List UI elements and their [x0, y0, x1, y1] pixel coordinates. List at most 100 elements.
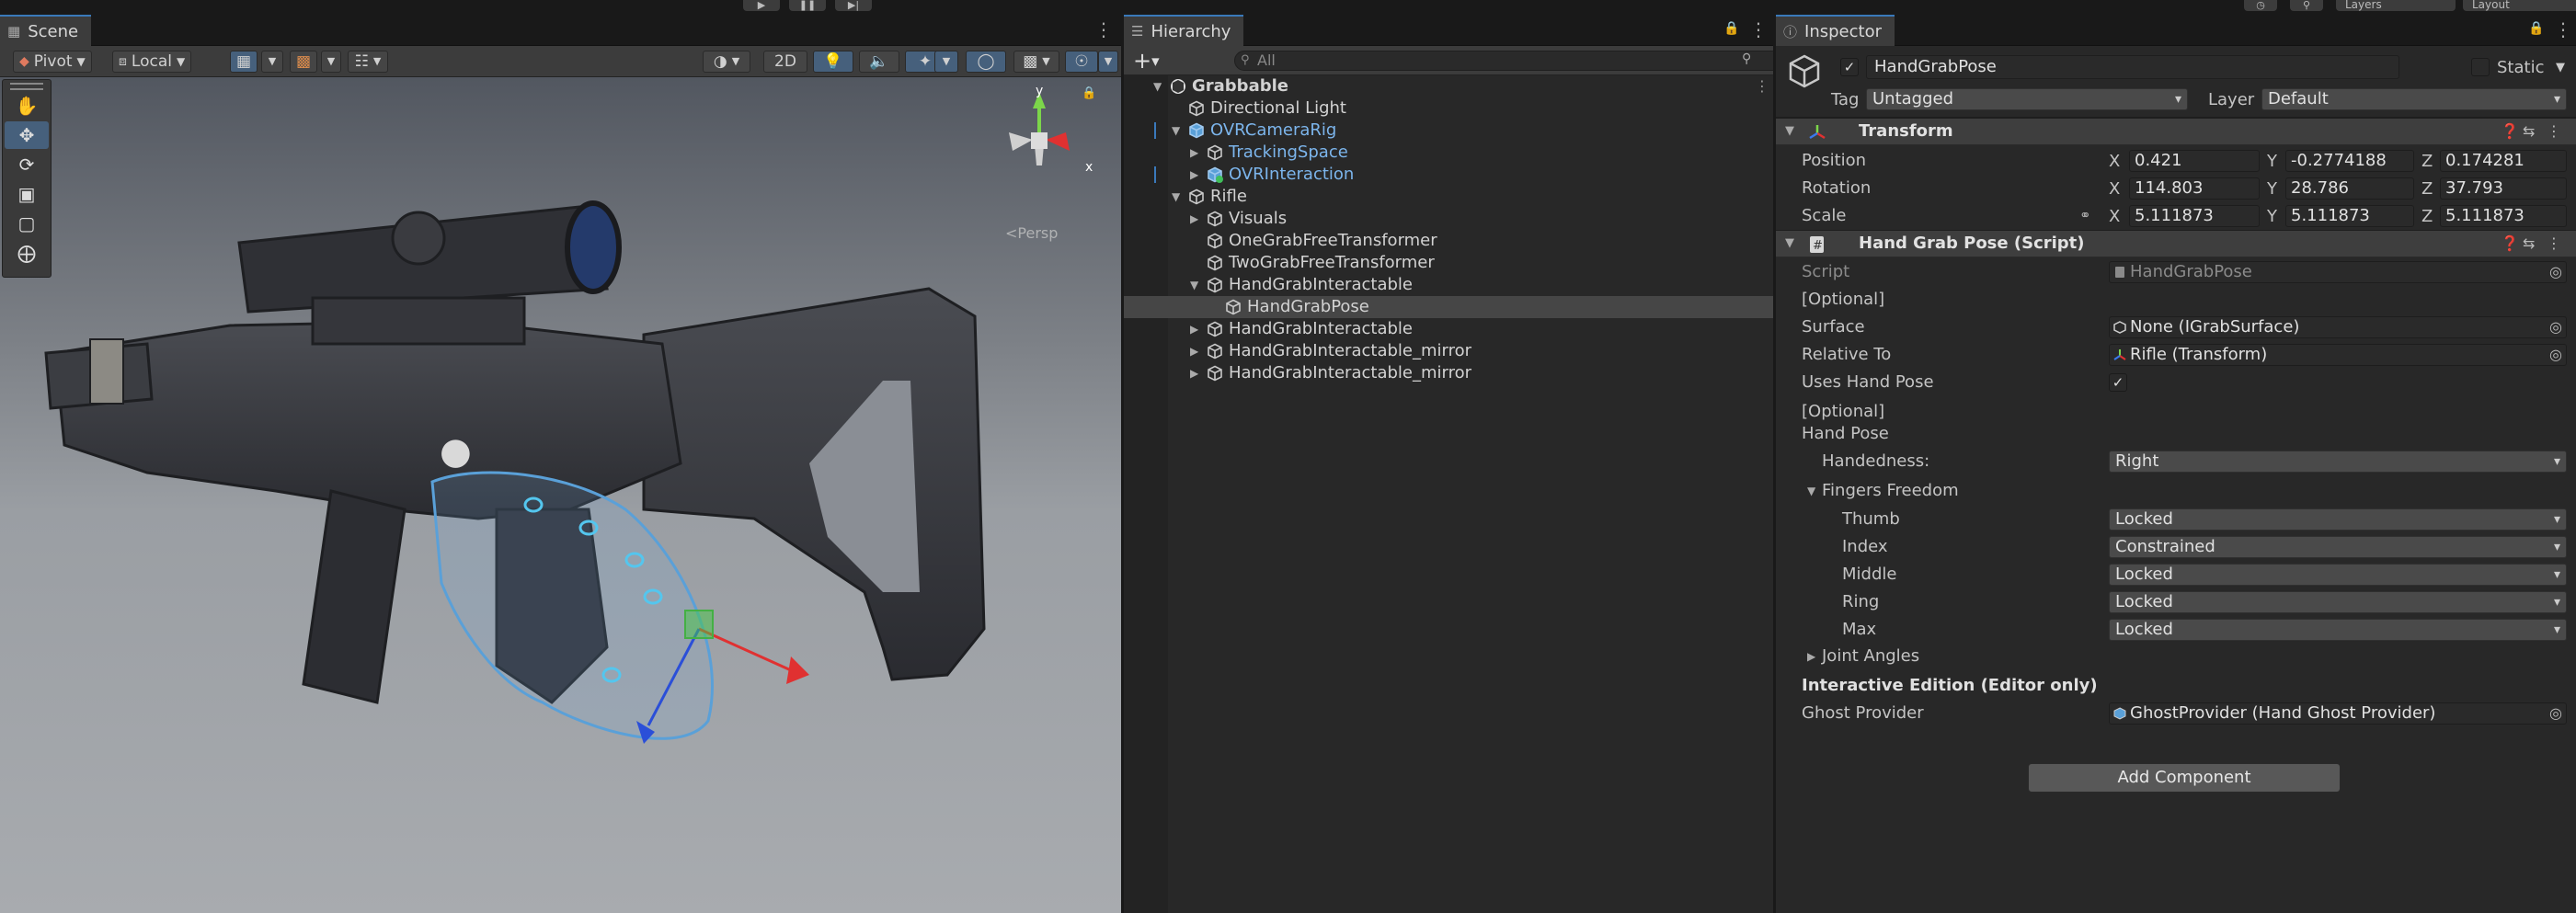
- hierarchy-item[interactable]: OneGrabFreeTransformer: [1124, 230, 1773, 252]
- active-checkbox[interactable]: ✓: [1840, 58, 1859, 76]
- position-z-field[interactable]: 0.174281: [2440, 150, 2567, 172]
- axis-z-label[interactable]: Z: [2421, 207, 2433, 226]
- grid-snap-dropdown[interactable]: ▼: [261, 51, 283, 73]
- axis-x-label[interactable]: X: [2109, 207, 2120, 226]
- rect-tool[interactable]: ▢: [5, 210, 49, 237]
- help-icon[interactable]: ❓: [2501, 122, 2519, 140]
- chevron-down-icon[interactable]: ▼: [1807, 485, 1815, 497]
- hierarchy-item[interactable]: HandGrabPose: [1124, 296, 1773, 318]
- finger-freedom-dropdown[interactable]: Locked: [2109, 508, 2567, 531]
- rotate-tool[interactable]: ⟳: [5, 151, 49, 178]
- chevron-down-icon[interactable]: ▼: [1190, 274, 1198, 296]
- axis-y-label[interactable]: Y: [2267, 152, 2277, 171]
- scene-menu-icon[interactable]: ⋮: [1094, 20, 1113, 39]
- rotation-x-field[interactable]: 114.803: [2129, 177, 2260, 200]
- chevron-right-icon[interactable]: ▶: [1190, 362, 1198, 384]
- finger-freedom-dropdown[interactable]: Locked: [2109, 619, 2567, 641]
- increment-snap-dropdown[interactable]: ▼: [321, 51, 341, 73]
- inspector-menu-icon[interactable]: ⋮: [2554, 20, 2572, 39]
- hierarchy-item[interactable]: ▶ Visuals: [1124, 208, 1773, 230]
- finger-freedom-dropdown[interactable]: Locked: [2109, 564, 2567, 586]
- chevron-down-icon[interactable]: ▼: [1172, 186, 1180, 208]
- handedness-dropdown[interactable]: Right: [2109, 451, 2567, 473]
- effects-dropdown[interactable]: ▼: [934, 51, 958, 73]
- lock-icon[interactable]: 🔒: [1723, 21, 1739, 36]
- help-icon[interactable]: ❓: [2501, 234, 2519, 252]
- chevron-right-icon[interactable]: ▶: [1190, 164, 1198, 186]
- create-button[interactable]: +▼: [1133, 48, 1160, 74]
- joint-angles-foldout[interactable]: Joint Angles: [1822, 646, 1919, 666]
- hierarchy-item[interactable]: ▶ HandGrabInteractable_mirror: [1124, 340, 1773, 362]
- chevron-right-icon[interactable]: ▶: [1807, 650, 1815, 663]
- object-picker-icon[interactable]: ◎: [2549, 317, 2562, 337]
- ghost-provider-field[interactable]: GhostProvider (Hand Ghost Provider) ◎: [2109, 702, 2567, 725]
- hierarchy-item[interactable]: ▶ HandGrabInteractable: [1124, 318, 1773, 340]
- transform-tool[interactable]: ⨁: [5, 239, 49, 267]
- gizmos-toggle[interactable]: ☉: [1065, 51, 1098, 73]
- constrain-proportions-icon[interactable]: ⚭: [2079, 207, 2091, 223]
- hidden-objects-toggle[interactable]: ◯: [966, 51, 1006, 73]
- hand-tool[interactable]: ✋: [5, 92, 49, 120]
- history-button[interactable]: ◷: [2244, 0, 2277, 11]
- axis-x-label[interactable]: X: [2109, 179, 2120, 199]
- preset-icon[interactable]: ⇆: [2523, 122, 2535, 140]
- static-checkbox[interactable]: [2471, 58, 2490, 76]
- scene-viewport[interactable]: ● ✋ ✥ ⟳ ▣ ▢ ⨁ y x 🔒 <Persp: [0, 77, 1121, 913]
- chevron-right-icon[interactable]: ▶: [1190, 318, 1198, 340]
- hierarchy-item[interactable]: ▶ HandGrabInteractable_mirror: [1124, 362, 1773, 384]
- tag-dropdown[interactable]: Untagged: [1866, 88, 2188, 110]
- position-label[interactable]: Position: [1802, 151, 1866, 170]
- grid-visibility-button[interactable]: ☷ ▼: [348, 51, 388, 73]
- rotation-label[interactable]: Rotation: [1802, 178, 1871, 198]
- scene-menu-icon[interactable]: ⋮: [1755, 75, 1769, 97]
- hierarchy-item[interactable]: ▶ TrackingSpace: [1124, 142, 1773, 164]
- chevron-down-icon[interactable]: ▼: [1153, 75, 1162, 97]
- chevron-right-icon[interactable]: ▶: [1190, 208, 1198, 230]
- object-picker-icon[interactable]: ◎: [2549, 703, 2562, 724]
- search-button[interactable]: ⚲: [2290, 0, 2323, 11]
- tab-hierarchy[interactable]: ☰ Hierarchy: [1124, 15, 1244, 46]
- axis-y-label[interactable]: Y: [2267, 207, 2277, 226]
- chevron-down-icon[interactable]: ▼: [2556, 61, 2565, 74]
- tab-scene[interactable]: ▦ Scene: [0, 15, 92, 46]
- hierarchy-item[interactable]: ▼ Rifle: [1124, 186, 1773, 208]
- chevron-down-icon[interactable]: ▼: [1172, 120, 1180, 142]
- scale-z-field[interactable]: 5.111873: [2440, 205, 2567, 227]
- uses-hand-pose-checkbox[interactable]: ✓: [2109, 373, 2127, 392]
- object-name-field[interactable]: HandGrabPose: [1866, 55, 2399, 79]
- layers-dropdown[interactable]: Layers: [2336, 0, 2456, 11]
- lighting-toggle[interactable]: 💡: [813, 51, 853, 73]
- hierarchy-menu-icon[interactable]: ⋮: [1749, 20, 1768, 39]
- object-picker-icon[interactable]: ◎: [2549, 345, 2562, 365]
- hierarchy-item[interactable]: ▼ HandGrabInteractable: [1124, 274, 1773, 296]
- position-y-field[interactable]: -0.2774188: [2285, 150, 2414, 172]
- hierarchy-item[interactable]: ▼OVRCameraRig›: [1124, 120, 1773, 142]
- audio-toggle[interactable]: 🔈: [859, 51, 899, 73]
- axis-z-label[interactable]: Z: [2421, 152, 2433, 171]
- move-tool[interactable]: ✥: [5, 121, 49, 149]
- hand-grab-pose-component-header[interactable]: ▼ # Hand Grab Pose (Script) ❓ ⇆ ⋮: [1776, 230, 2576, 257]
- component-menu-icon[interactable]: ⋮: [2547, 234, 2561, 252]
- surface-field[interactable]: None (IGrabSurface) ◎: [2109, 316, 2567, 338]
- pivot-dropdown[interactable]: ◆ Pivot ▼: [13, 51, 92, 73]
- transform-component-header[interactable]: ▼ Transform ❓ ⇆ ⋮: [1776, 118, 2576, 145]
- local-dropdown[interactable]: ⧈ Local ▼: [112, 51, 192, 73]
- shading-dropdown[interactable]: ◑ ▼: [703, 51, 750, 73]
- preset-icon[interactable]: ⇆: [2523, 234, 2535, 252]
- finger-freedom-dropdown[interactable]: Constrained: [2109, 536, 2567, 558]
- hierarchy-item[interactable]: ▼ Grabbable ⋮: [1124, 75, 1773, 97]
- fingers-freedom-foldout[interactable]: Fingers Freedom: [1822, 481, 1959, 500]
- scale-tool[interactable]: ▣: [5, 180, 49, 208]
- toggle-2d-button[interactable]: 2D: [763, 51, 807, 73]
- gizmo-lock-icon[interactable]: 🔒: [1082, 86, 1096, 100]
- scene-search-icon[interactable]: ⚲: [1742, 51, 1751, 66]
- scale-y-field[interactable]: 5.111873: [2285, 205, 2414, 227]
- chevron-right-icon[interactable]: ▶: [1190, 340, 1198, 362]
- step-button[interactable]: ▶|: [835, 0, 872, 11]
- relative-to-field[interactable]: Rifle (Transform) ◎: [2109, 344, 2567, 366]
- play-button[interactable]: ▶: [743, 0, 780, 11]
- axis-x-label[interactable]: X: [2109, 152, 2120, 171]
- hierarchy-item[interactable]: TwoGrabFreeTransformer: [1124, 252, 1773, 274]
- camera-dropdown[interactable]: ▩ ▼: [1013, 51, 1059, 73]
- perspective-label[interactable]: <Persp: [1005, 224, 1058, 242]
